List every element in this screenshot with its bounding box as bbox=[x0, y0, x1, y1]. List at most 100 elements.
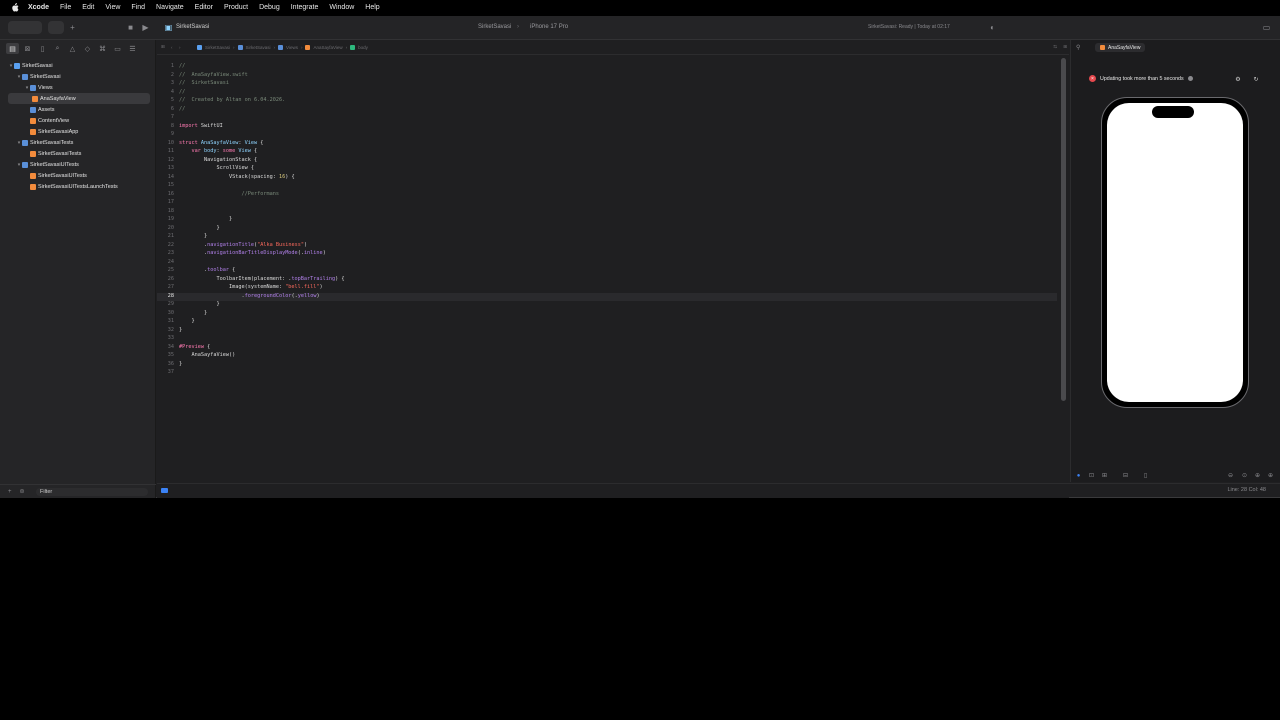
jumpbar-crumb[interactable]: AnaSayfaView bbox=[313, 45, 342, 50]
code-line[interactable]: 13 ScrollView { bbox=[157, 165, 1057, 174]
code-line[interactable]: 20 } bbox=[157, 225, 1057, 234]
menu-integrate[interactable]: Integrate bbox=[291, 4, 319, 11]
code-line[interactable]: 3 // SirketSavasi bbox=[157, 80, 1057, 89]
zoom-out-icon[interactable]: ⊖ bbox=[1227, 472, 1234, 479]
live-mode-icon[interactable]: ● bbox=[1075, 472, 1082, 479]
preview-tab[interactable]: AnaSayfaView bbox=[1095, 43, 1146, 52]
bookmark-icon[interactable]: ▯ bbox=[36, 43, 49, 54]
jumpbar-crumb[interactable]: body bbox=[358, 45, 368, 50]
back-arrow-icon[interactable]: ‹ bbox=[171, 45, 173, 50]
navigator-item[interactable]: SirketSavasiUITests bbox=[0, 170, 156, 181]
test-icon[interactable]: ◇ bbox=[81, 43, 94, 54]
navigator-item[interactable]: ContentView bbox=[0, 115, 156, 126]
code-line[interactable]: 22 .navigationTitle("Alka Business") bbox=[157, 242, 1057, 251]
zoom-actual-icon[interactable]: ⊙ bbox=[1241, 472, 1248, 479]
breakpoint-icon[interactable]: ▭ bbox=[111, 43, 124, 54]
selectable-mode-icon[interactable]: ⊡ bbox=[1088, 472, 1095, 479]
grid-icon[interactable]: ⊞ bbox=[161, 44, 165, 50]
code-line[interactable]: 18 bbox=[157, 208, 1057, 217]
inspector-toggle-icon[interactable]: ▭ bbox=[1261, 22, 1272, 33]
navigator-item[interactable]: SirketSavasiTests bbox=[0, 148, 156, 159]
jumpbar-crumb[interactable]: SirketSavasi bbox=[246, 45, 271, 50]
menu-window[interactable]: Window bbox=[329, 4, 354, 11]
add-icon[interactable]: + bbox=[8, 489, 12, 495]
jumpbar-crumb[interactable]: Views bbox=[286, 45, 298, 50]
code-line[interactable]: 29 } bbox=[157, 301, 1057, 310]
navigator-item[interactable]: SirketSavasiUITestsLaunchTests bbox=[0, 181, 156, 192]
menu-product[interactable]: Product bbox=[224, 4, 248, 11]
code-line[interactable]: 31 } bbox=[157, 318, 1057, 327]
code-line[interactable]: 6 // bbox=[157, 106, 1057, 115]
report-icon[interactable]: ☰ bbox=[126, 43, 139, 54]
navigator-item[interactable]: ▾ SirketSavasiTests bbox=[0, 137, 156, 148]
menu-find[interactable]: Find bbox=[131, 4, 145, 11]
diagnostics-icon[interactable]: ⚙ bbox=[1233, 74, 1243, 84]
device-settings-icon[interactable]: ⊟ bbox=[1122, 472, 1129, 479]
jumpbar-crumb[interactable]: SirketSavasi bbox=[205, 45, 230, 50]
navigator-item[interactable]: Assets bbox=[0, 104, 156, 115]
code-line[interactable]: 19 } bbox=[157, 216, 1057, 225]
code-line[interactable]: 16 //Performans bbox=[157, 191, 1057, 200]
menu-view[interactable]: View bbox=[105, 4, 120, 11]
source-control-icon[interactable]: ⊠ bbox=[21, 43, 34, 54]
code-line[interactable]: 28 .foregroundColor(.yellow) bbox=[157, 292, 1057, 301]
code-line[interactable]: 37 bbox=[157, 369, 1057, 378]
code-line[interactable]: 23 .navigationBarTitleDisplayMode(.inlin… bbox=[157, 250, 1057, 259]
navigator-toggle-button[interactable] bbox=[8, 21, 42, 34]
code-line[interactable]: 5 // Created by Altan on 6.04.2026. bbox=[157, 97, 1057, 106]
navigator-item[interactable]: ▾ Views bbox=[0, 82, 156, 93]
navigator-item[interactable]: ▾ SirketSavasi bbox=[0, 60, 156, 71]
code-line[interactable]: 33 bbox=[157, 335, 1057, 344]
menu-file[interactable]: File bbox=[60, 4, 71, 11]
code-line[interactable]: 2 // AnaSayfaView.swift bbox=[157, 72, 1057, 81]
code-line[interactable]: 24 bbox=[157, 259, 1057, 268]
menu-navigate[interactable]: Navigate bbox=[156, 4, 184, 11]
code-line[interactable]: 26 ToolbarItem(placement: .topBarTrailin… bbox=[157, 276, 1057, 285]
code-line[interactable]: 1 // bbox=[157, 63, 1057, 72]
code-line[interactable]: 12 NavigationStack { bbox=[157, 157, 1057, 166]
stop-icon[interactable]: ■ bbox=[125, 22, 136, 33]
filter-input[interactable]: Filter bbox=[36, 488, 148, 496]
apple-logo-icon[interactable] bbox=[10, 2, 20, 12]
code-line[interactable]: 17 bbox=[157, 199, 1057, 208]
menu-xcode[interactable]: Xcode bbox=[28, 4, 49, 11]
code-line[interactable]: 25 .toolbar { bbox=[157, 267, 1057, 276]
debug-area-toggle-icon[interactable] bbox=[161, 488, 168, 493]
destination-selector[interactable]: iPhone 17 Pro bbox=[530, 24, 568, 30]
zoom-fit-icon[interactable]: ⊕ bbox=[1254, 472, 1261, 479]
forward-arrow-icon[interactable]: › bbox=[179, 45, 181, 50]
navigator-item[interactable]: ▾ SirketSavasiUITests bbox=[0, 159, 156, 170]
code-area[interactable]: 1 // 2 // AnaSayfaView.swift 3 // SirketSavas… bbox=[157, 63, 1057, 378]
menu-editor[interactable]: Editor bbox=[195, 4, 213, 11]
variants-icon[interactable]: ⊞ bbox=[1101, 472, 1108, 479]
code-line[interactable]: 32} bbox=[157, 327, 1057, 336]
code-line[interactable]: 7 bbox=[157, 114, 1057, 123]
scheme-selector[interactable]: SirketSavasi bbox=[478, 24, 511, 30]
navigator-item[interactable]: ▾ SirketSavasi bbox=[0, 71, 156, 82]
filter-options-icon[interactable]: ⊜ bbox=[20, 488, 25, 495]
info-icon[interactable] bbox=[1187, 76, 1193, 81]
zoom-in-icon[interactable]: ⊕ bbox=[1267, 472, 1274, 479]
code-line[interactable]: 35 AnaSayfaView() bbox=[157, 352, 1057, 361]
code-line[interactable]: 8 import SwiftUI bbox=[157, 123, 1057, 132]
split-editor-icon[interactable]: ⊞ bbox=[1063, 44, 1067, 50]
code-line[interactable]: 9 bbox=[157, 131, 1057, 140]
refresh-icon[interactable]: ↻ bbox=[1251, 74, 1261, 84]
editor-options-icon[interactable]: ⇆ bbox=[1053, 44, 1057, 50]
device-icon[interactable]: ▯ bbox=[1142, 472, 1149, 479]
code-line[interactable]: 30 } bbox=[157, 310, 1057, 319]
add-icon[interactable]: + bbox=[67, 22, 78, 33]
code-line[interactable]: 4 // bbox=[157, 89, 1057, 98]
navigator-item[interactable]: AnaSayfaView bbox=[8, 93, 150, 104]
folder-icon[interactable]: ▤ bbox=[6, 43, 19, 54]
search-icon[interactable]: ⌕ bbox=[51, 43, 64, 54]
code-line[interactable]: 21 } bbox=[157, 233, 1057, 242]
menu-debug[interactable]: Debug bbox=[259, 4, 280, 11]
code-line[interactable]: 11 var body: some View { bbox=[157, 148, 1057, 157]
menu-help[interactable]: Help bbox=[365, 4, 379, 11]
library-button[interactable] bbox=[48, 21, 64, 34]
code-line[interactable]: 27 Image(systemName: "bell.fill") bbox=[157, 284, 1057, 293]
code-line[interactable]: 34 #Preview { bbox=[157, 344, 1057, 353]
code-line[interactable]: 36} bbox=[157, 361, 1057, 370]
debug-icon[interactable]: ⌘ bbox=[96, 43, 109, 54]
